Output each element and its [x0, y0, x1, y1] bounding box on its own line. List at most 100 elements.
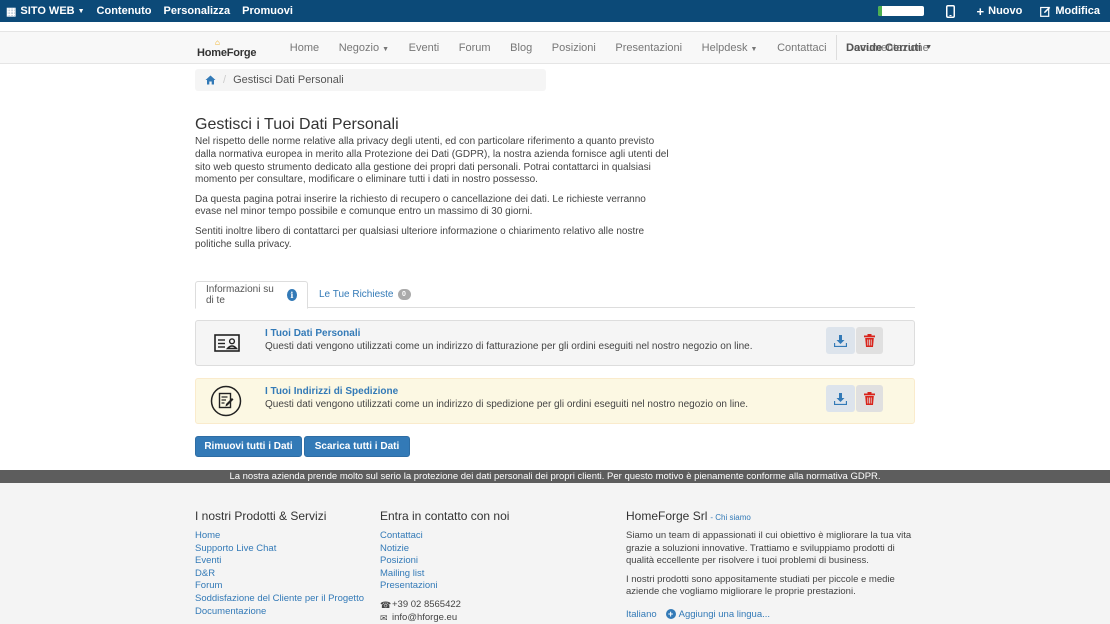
- footer-link[interactable]: Presentazioni: [380, 580, 560, 593]
- nav-forum[interactable]: Forum: [449, 42, 500, 54]
- footer-link[interactable]: D&R: [195, 568, 365, 581]
- remove-all-data-button[interactable]: Rimuovi tutti i Dati: [195, 436, 302, 457]
- company-description: I nostri prodotti sono appositamente stu…: [626, 573, 895, 598]
- shipping-address-panel: I Tuoi Indirizzi di Spedizione Questi da…: [195, 378, 915, 424]
- edit-icon: [1040, 6, 1051, 17]
- add-language-link[interactable]: + Aggiungi una lingua...: [665, 608, 771, 620]
- admin-bar: ▦ SITO WEB ▼ Contenuto Personalizza Prom…: [0, 0, 1110, 22]
- tab-info[interactable]: Informazioni su di te i: [195, 281, 308, 309]
- add-language-label: Aggiungi una lingua...: [678, 608, 771, 620]
- chevron-down-icon: ▼: [750, 45, 758, 53]
- footer-products-column: I nostri Prodotti & Servizi Home Support…: [195, 509, 365, 618]
- nav-home[interactable]: Home: [280, 42, 329, 54]
- new-button-label: Nuovo: [988, 5, 1023, 17]
- footer-link[interactable]: Eventi: [195, 555, 365, 568]
- company-name: HomeForge Srl: [626, 509, 708, 523]
- email-address[interactable]: info@hforge.eu: [392, 612, 457, 624]
- user-name: Davide Cerruti: [846, 41, 922, 54]
- edit-document-icon: [210, 385, 242, 417]
- footer-contact-column: Entra in contatto con noi Contattaci Not…: [380, 509, 560, 624]
- language-selector: Italiano + Aggiungi una lingua...: [626, 609, 916, 620]
- panel-title[interactable]: I Tuoi Indirizzi di Spedizione: [265, 386, 398, 397]
- grid-icon: ▦: [6, 5, 17, 18]
- footer: I nostri Prodotti & Servizi Home Support…: [0, 483, 1110, 624]
- home-icon[interactable]: [205, 75, 216, 85]
- contact-details: ☎ +39 02 8565422 ✉ info@hforge.eu: [380, 599, 560, 624]
- envelope-icon: ✉: [380, 612, 388, 623]
- footer-link[interactable]: Mailing list: [380, 568, 560, 581]
- promote-menu[interactable]: Promuovi: [236, 0, 299, 22]
- language-italian[interactable]: Italiano: [626, 609, 657, 620]
- panel-title[interactable]: I Tuoi Dati Personali: [265, 328, 360, 339]
- nav-events[interactable]: Eventi: [399, 42, 449, 54]
- delete-button[interactable]: [856, 385, 883, 412]
- intro-paragraph: Da questa pagina potrai inserire la rich…: [195, 193, 646, 218]
- intro-text: Nel rispetto delle norme relative alla p…: [195, 136, 670, 258]
- requests-count-badge: 0: [397, 289, 411, 300]
- edit-button[interactable]: Modifica: [1036, 0, 1110, 22]
- content-menu[interactable]: Contenuto: [91, 0, 158, 22]
- phone-number: +39 02 8565422: [392, 598, 461, 610]
- download-button[interactable]: [826, 385, 855, 412]
- intro-paragraph: Nel rispetto delle norme relative alla p…: [195, 136, 669, 186]
- footer-link[interactable]: Soddisfazione del Cliente per il Progett…: [195, 593, 365, 606]
- site-menu-label: SITO WEB: [20, 5, 75, 17]
- nav-contact[interactable]: Contattaci: [767, 42, 836, 54]
- brand-logo[interactable]: ⌂ HomeForge: [196, 38, 257, 61]
- download-all-data-button[interactable]: Scarica tutti i Dati: [304, 436, 410, 457]
- nav-blog[interactable]: Blog: [500, 42, 542, 54]
- breadcrumb-current: Gestisci Dati Personali: [233, 74, 344, 86]
- plus-circle-icon: +: [665, 609, 676, 620]
- intro-paragraph: Sentiti inoltre libero di contattarci pe…: [195, 225, 645, 250]
- footer-link[interactable]: Notizie: [380, 543, 560, 556]
- data-tabs: Informazioni su di te i Le Tue Richieste…: [195, 281, 915, 309]
- footer-link[interactable]: Home: [195, 530, 365, 543]
- gdpr-notice: La nostra azienda prende molto sul serio…: [0, 470, 1110, 483]
- main-nav: Home Negozio ▼ Eventi Forum Blog Posizion…: [280, 32, 939, 63]
- mobile-preview-button[interactable]: [934, 0, 967, 22]
- id-card-icon: [212, 328, 242, 358]
- download-icon: [834, 392, 847, 405]
- nav-divider: [836, 35, 837, 60]
- chevron-down-icon: ▼: [77, 7, 85, 15]
- customize-menu[interactable]: Personalizza: [158, 0, 237, 22]
- site-navbar: ⌂ HomeForge Home Negozio ▼ Eventi Forum B…: [0, 31, 1110, 64]
- panel-description: Questi dati vengono utilizzati come un i…: [265, 341, 753, 352]
- footer-products-title: I nostri Prodotti & Servizi: [195, 509, 327, 523]
- new-button[interactable]: + Nuovo: [967, 0, 1037, 22]
- company-description: Siamo un team di appassionati il cui obi…: [626, 530, 912, 567]
- site-menu[interactable]: ▦ SITO WEB ▼: [0, 0, 91, 22]
- tab-requests-label: Le Tue Richieste: [319, 289, 394, 300]
- download-icon: [834, 334, 847, 347]
- footer-link[interactable]: Documentazione: [195, 606, 365, 619]
- footer-company-column: HomeForge Srl - Chi siamo Siamo un team d…: [626, 509, 916, 620]
- footer-link[interactable]: Contattaci: [380, 530, 560, 543]
- breadcrumb: / Gestisci Dati Personali: [195, 69, 546, 91]
- publish-toggle[interactable]: [877, 6, 924, 16]
- page-title: Gestisci i Tuoi Dati Personali: [195, 116, 399, 133]
- delete-button[interactable]: [856, 327, 883, 354]
- edit-button-label: Modifica: [1055, 5, 1100, 17]
- personal-data-panel: I Tuoi Dati Personali Questi dati vengon…: [195, 320, 915, 366]
- info-icon: i: [286, 289, 297, 301]
- footer-company-title: HomeForge Srl - Chi siamo: [626, 509, 916, 523]
- tab-requests[interactable]: Le Tue Richieste 0: [309, 281, 421, 308]
- plus-icon: +: [976, 3, 985, 19]
- nav-presentations[interactable]: Presentazioni: [606, 42, 692, 54]
- nav-shop[interactable]: Negozio ▼: [329, 42, 399, 54]
- logo-house-icon: ⌂: [215, 38, 220, 47]
- footer-link[interactable]: Posizioni: [380, 555, 560, 568]
- footer-link[interactable]: Supporto Live Chat: [195, 543, 365, 556]
- brand-name: HomeForge: [197, 47, 257, 59]
- download-button[interactable]: [826, 327, 855, 354]
- phone-row: ☎ +39 02 8565422: [380, 599, 560, 612]
- mobile-icon: [945, 4, 955, 18]
- nav-positions[interactable]: Posizioni: [542, 42, 606, 54]
- breadcrumb-separator: /: [223, 74, 227, 86]
- nav-helpdesk-label: Helpdesk: [701, 41, 748, 54]
- footer-link[interactable]: Forum: [195, 580, 365, 593]
- nav-helpdesk[interactable]: Helpdesk ▼: [692, 42, 767, 54]
- about-us-link[interactable]: - Chi siamo: [710, 513, 750, 522]
- user-menu[interactable]: Davide Cerruti ▼: [846, 32, 932, 63]
- phone-icon: ☎: [380, 599, 392, 610]
